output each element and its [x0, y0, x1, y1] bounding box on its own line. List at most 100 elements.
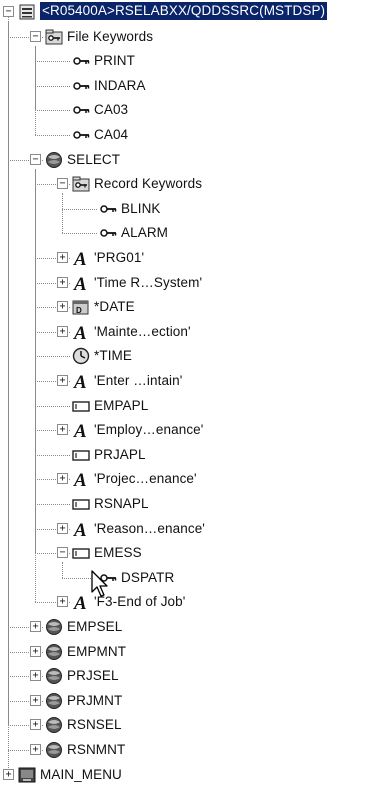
- expand-toggle-icon[interactable]: +: [30, 621, 41, 632]
- tree-node-record-keywords[interactable]: − Record Keywords: [0, 173, 390, 197]
- expand-toggle-icon[interactable]: +: [30, 670, 41, 682]
- tree-node-emess[interactable]: − EMESS: [0, 542, 390, 566]
- tree-node-employ-enance[interactable]: + A 'Employ…enance': [0, 419, 390, 443]
- field-icon: [72, 499, 90, 510]
- tree-node-label: DSPATR: [121, 569, 175, 585]
- record-format-icon: [46, 742, 62, 758]
- tree-node-date[interactable]: + D *DATE: [0, 296, 390, 320]
- expand-toggle-icon[interactable]: +: [57, 325, 68, 337]
- expand-toggle-icon[interactable]: +: [57, 596, 68, 608]
- tree-node-empmnt[interactable]: + EMPMNT: [0, 641, 390, 665]
- expand-toggle-icon[interactable]: +: [57, 375, 68, 386]
- collapse-toggle-icon[interactable]: −: [3, 6, 14, 17]
- key-icon: [73, 57, 90, 65]
- key-icon: [100, 229, 117, 238]
- tree-node-label: RSNMNT: [67, 742, 126, 757]
- tree-node-select[interactable]: − SELECT: [0, 149, 390, 173]
- field-icon: [72, 400, 90, 412]
- tree-node-label: *TIME: [94, 348, 133, 364]
- tree-node-label: RSNSEL: [67, 717, 122, 733]
- collapse-toggle-icon[interactable]: −: [57, 178, 68, 190]
- svg-text:A: A: [73, 372, 87, 390]
- constant-text-icon: A: [73, 323, 87, 341]
- tree-node-label: EMPAPL: [94, 397, 149, 413]
- tree-node-label: *DATE: [94, 299, 135, 315]
- record-format-icon: [46, 668, 62, 685]
- svg-text:A: A: [73, 520, 87, 538]
- expand-toggle-icon[interactable]: +: [30, 645, 41, 657]
- record-format-icon: [46, 151, 62, 168]
- tree-node-label: PRJAPL: [94, 446, 146, 462]
- svg-text:A: A: [73, 470, 87, 488]
- tree-node-projec-enance[interactable]: + A 'Projec…enance': [0, 468, 390, 492]
- tree-node-blink[interactable]: BLINK: [0, 198, 390, 222]
- tree-node-time-r-system[interactable]: + A 'Time R…System': [0, 272, 390, 296]
- field-icon: [72, 450, 90, 461]
- expand-toggle-icon[interactable]: +: [30, 744, 41, 755]
- constant-text-icon: A: [73, 421, 87, 439]
- tree-node-rsnmnt[interactable]: + RSNMNT: [0, 739, 390, 763]
- tree-node-ca04[interactable]: CA04: [0, 124, 390, 148]
- tree-node-empapl[interactable]: EMPAPL: [0, 395, 390, 419]
- record-format-icon: [46, 619, 62, 635]
- tree-node-f3-end-of-job[interactable]: + A 'F3-End of Job': [0, 591, 390, 615]
- menu-file-icon: [18, 767, 36, 783]
- expand-toggle-icon[interactable]: +: [57, 301, 68, 313]
- collapse-toggle-icon[interactable]: −: [57, 547, 68, 559]
- tree-node-alarm[interactable]: ALARM: [0, 222, 390, 246]
- tree-node-dspatr[interactable]: DSPATR: [0, 567, 390, 591]
- tree-node-ca03[interactable]: CA03: [0, 99, 390, 123]
- svg-text:A: A: [73, 421, 87, 439]
- tree-node-label: 'Enter …intain': [94, 373, 183, 388]
- record-format-icon: [46, 692, 62, 709]
- keyword-folder-icon: [45, 29, 63, 45]
- tree-node-file-keywords[interactable]: − File Keywords: [0, 26, 390, 50]
- tree-node-empsel[interactable]: + EMPSEL: [0, 616, 390, 640]
- tree-node-enter-intain[interactable]: + A 'Enter …intain': [0, 370, 390, 394]
- tree-node-label: EMPMNT: [67, 643, 127, 659]
- expand-toggle-icon[interactable]: +: [57, 522, 68, 534]
- tree-view[interactable]: − <R05400A>RSELABXX/QDDSSRC(MSTDSP) − File …: [0, 0, 390, 796]
- clock-icon: [72, 348, 90, 365]
- tree-node-print[interactable]: PRINT: [0, 50, 390, 74]
- tree-node-rsnapl[interactable]: RSNAPL: [0, 493, 390, 517]
- key-icon: [100, 205, 117, 213]
- expand-toggle-icon[interactable]: +: [57, 424, 68, 436]
- tree-node-prjsel[interactable]: + PRJSEL: [0, 665, 390, 689]
- tree-node-indara[interactable]: INDARA: [0, 75, 390, 99]
- tree-node-label: EMESS: [94, 545, 142, 561]
- tree-node-label: PRJMNT: [67, 692, 123, 708]
- tree-node-prg01[interactable]: + A 'PRG01': [0, 247, 390, 271]
- expand-toggle-icon[interactable]: +: [30, 719, 41, 731]
- tree-node-rsnsel[interactable]: + RSNSEL: [0, 714, 390, 738]
- constant-text-icon: A: [73, 470, 87, 488]
- constant-text-icon: A: [73, 249, 87, 267]
- field-icon: [72, 548, 90, 559]
- tree-node-reason-enance[interactable]: + A 'Reason…enance': [0, 518, 390, 542]
- tree-node-label: BLINK: [121, 200, 161, 216]
- tree-node-time[interactable]: *TIME: [0, 345, 390, 369]
- constant-text-icon: A: [73, 520, 87, 538]
- expand-toggle-icon[interactable]: +: [57, 473, 68, 485]
- svg-text:A: A: [73, 593, 87, 611]
- tree-node-r05400a-rselabxx-qddssrc-mstdsp[interactable]: − <R05400A>RSELABXX/QDDSSRC(MSTDSP): [0, 1, 390, 25]
- constant-text-icon: A: [73, 372, 87, 390]
- tree-node-label: CA04: [94, 127, 129, 142]
- collapse-toggle-icon[interactable]: −: [30, 30, 41, 42]
- collapse-toggle-icon[interactable]: −: [30, 153, 41, 165]
- tree-node-label: ALARM: [121, 225, 169, 241]
- svg-text:A: A: [73, 249, 87, 267]
- expand-toggle-icon[interactable]: +: [57, 276, 68, 288]
- expand-toggle-icon[interactable]: +: [57, 252, 68, 263]
- svg-text:D: D: [76, 306, 82, 315]
- expand-toggle-icon[interactable]: +: [3, 768, 14, 780]
- tree-node-prjmnt[interactable]: + PRJMNT: [0, 690, 390, 714]
- expand-toggle-icon[interactable]: +: [30, 694, 41, 706]
- key-icon: [73, 131, 90, 139]
- tree-node-main-menu[interactable]: + MAIN_MENU: [0, 764, 390, 788]
- tree-node-label: RSNAPL: [94, 496, 149, 511]
- tree-node-mainte-ection[interactable]: + A 'Mainte…ection': [0, 321, 390, 345]
- key-icon: [73, 82, 90, 90]
- tree-node-label: MAIN_MENU: [40, 766, 122, 782]
- tree-node-prjapl[interactable]: PRJAPL: [0, 444, 390, 468]
